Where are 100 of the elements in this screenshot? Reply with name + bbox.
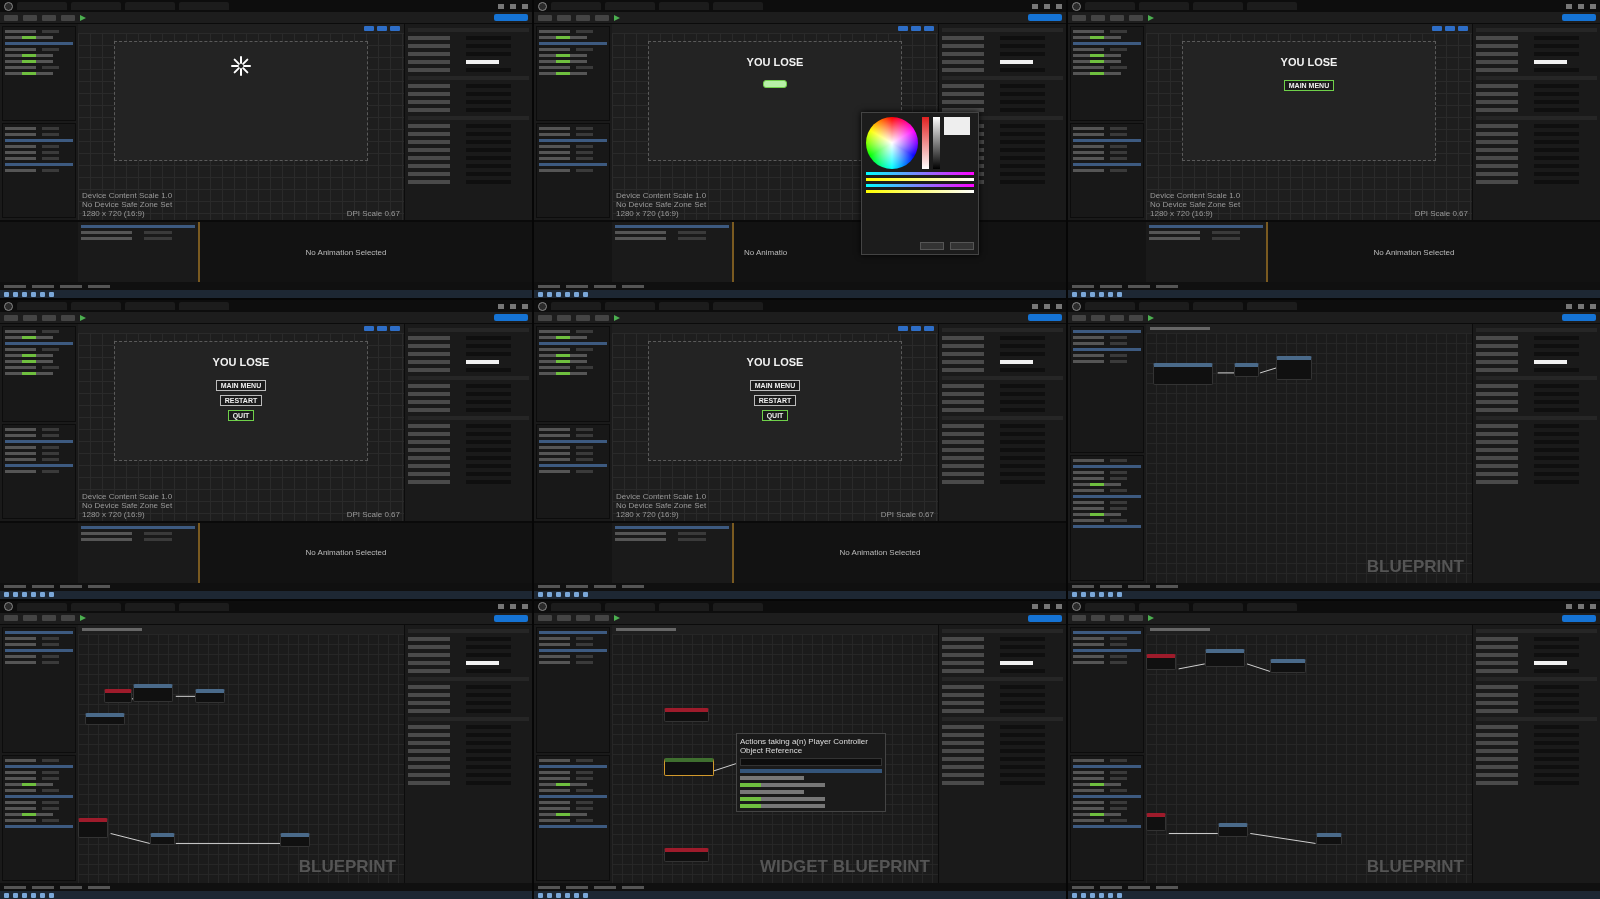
app-logo-icon[interactable] [4, 1, 13, 11]
toolbar-button[interactable] [557, 314, 571, 321]
toolbar-button[interactable] [4, 14, 18, 21]
selection-highlight[interactable] [1073, 163, 1141, 167]
selection-highlight[interactable] [1073, 764, 1141, 768]
toolbar-button[interactable] [576, 615, 590, 622]
toolbar-button[interactable] [1110, 314, 1124, 321]
window-controls-icon[interactable] [1032, 3, 1062, 9]
graph-node[interactable] [1204, 648, 1245, 667]
status-item[interactable] [88, 585, 110, 589]
status-item[interactable] [60, 284, 82, 288]
selection-highlight[interactable] [539, 630, 607, 634]
selection-highlight[interactable] [1073, 648, 1141, 652]
event-node[interactable] [664, 848, 710, 863]
selection-highlight[interactable] [5, 163, 73, 167]
status-item[interactable] [566, 885, 588, 889]
status-item[interactable] [594, 585, 616, 589]
app-logo-icon[interactable] [1072, 301, 1081, 311]
compile-button[interactable] [1562, 314, 1596, 322]
status-item[interactable] [538, 585, 560, 589]
status-item[interactable] [1072, 885, 1094, 889]
value-slider[interactable] [933, 117, 940, 169]
event-node[interactable] [664, 708, 710, 723]
color-slider[interactable] [866, 172, 974, 175]
toolbar-button[interactable] [4, 615, 18, 622]
toolbar-button[interactable] [538, 14, 552, 21]
toolbar-button[interactable] [61, 615, 75, 622]
selection-highlight[interactable] [5, 824, 73, 828]
status-item[interactable] [4, 885, 26, 889]
status-item[interactable] [1128, 885, 1150, 889]
selection-highlight[interactable] [1073, 464, 1141, 468]
toolbar-button[interactable] [557, 14, 571, 21]
selection-highlight[interactable] [1073, 630, 1141, 634]
compile-button[interactable] [1028, 614, 1062, 622]
event-node[interactable] [1146, 653, 1176, 670]
status-item[interactable] [32, 585, 54, 589]
toolbar-button[interactable] [1072, 615, 1086, 622]
status-item[interactable] [1100, 585, 1122, 589]
window-controls-icon[interactable] [498, 303, 528, 309]
selection-highlight[interactable] [81, 525, 195, 529]
selection-highlight[interactable] [81, 225, 195, 229]
window-controls-icon[interactable] [498, 3, 528, 9]
color-slider[interactable] [866, 184, 974, 187]
status-item[interactable] [1100, 885, 1122, 889]
window-controls-icon[interactable] [1566, 604, 1596, 610]
compile-button[interactable] [1028, 314, 1062, 322]
selection-highlight[interactable] [1073, 824, 1141, 828]
window-controls-icon[interactable] [1566, 3, 1596, 9]
selection-highlight[interactable] [539, 794, 607, 798]
selection-highlight[interactable] [539, 824, 607, 828]
status-item[interactable] [594, 284, 616, 288]
window-controls-icon[interactable] [1032, 303, 1062, 309]
selection-highlight[interactable] [1149, 225, 1263, 229]
selection-highlight[interactable] [5, 439, 73, 443]
selection-highlight[interactable] [539, 139, 607, 143]
graph-node[interactable] [133, 683, 174, 702]
selection-highlight[interactable] [1073, 348, 1141, 352]
toolbar-button[interactable] [23, 615, 37, 622]
toolbar-button[interactable] [42, 14, 56, 21]
toolbar-button[interactable] [595, 615, 609, 622]
status-item[interactable] [538, 885, 560, 889]
status-item[interactable] [1156, 585, 1178, 589]
selection-highlight[interactable] [1073, 139, 1141, 143]
selection-highlight[interactable] [539, 463, 607, 467]
status-item[interactable] [88, 885, 110, 889]
toolbar-button[interactable] [42, 314, 56, 321]
app-logo-icon[interactable] [4, 301, 13, 311]
selection-highlight[interactable] [539, 163, 607, 167]
app-logo-icon[interactable] [1072, 1, 1081, 11]
toolbar-button[interactable] [538, 615, 552, 622]
cancel-button[interactable] [950, 242, 974, 250]
status-item[interactable] [32, 284, 54, 288]
toolbar-button[interactable] [1091, 615, 1105, 622]
selection-highlight[interactable] [1073, 494, 1141, 498]
toolbar-button[interactable] [4, 314, 18, 321]
saturation-slider[interactable] [922, 117, 929, 169]
status-item[interactable] [60, 585, 82, 589]
toolbar-button[interactable] [1129, 615, 1143, 622]
graph-node[interactable] [280, 833, 311, 848]
status-item[interactable] [566, 585, 588, 589]
color-slider[interactable] [866, 178, 974, 181]
status-item[interactable] [4, 284, 26, 288]
status-item[interactable] [622, 284, 644, 288]
breadcrumb-link[interactable] [616, 627, 676, 631]
button-widget[interactable] [763, 80, 787, 88]
graph-node[interactable] [1269, 658, 1306, 673]
app-logo-icon[interactable] [538, 301, 547, 311]
toolbar-button[interactable] [595, 14, 609, 21]
toolbar-button[interactable] [1129, 14, 1143, 21]
selection-highlight[interactable] [539, 439, 607, 443]
selection-highlight[interactable] [539, 764, 607, 768]
graph-node[interactable] [1234, 363, 1259, 378]
selection-highlight[interactable] [539, 648, 607, 652]
compile-button[interactable] [494, 314, 528, 322]
compile-button[interactable] [1562, 614, 1596, 622]
toolbar-button[interactable] [61, 14, 75, 21]
toolbar-button[interactable] [1072, 314, 1086, 321]
status-item[interactable] [88, 284, 110, 288]
status-item[interactable] [1072, 284, 1094, 288]
event-node[interactable] [78, 818, 108, 839]
